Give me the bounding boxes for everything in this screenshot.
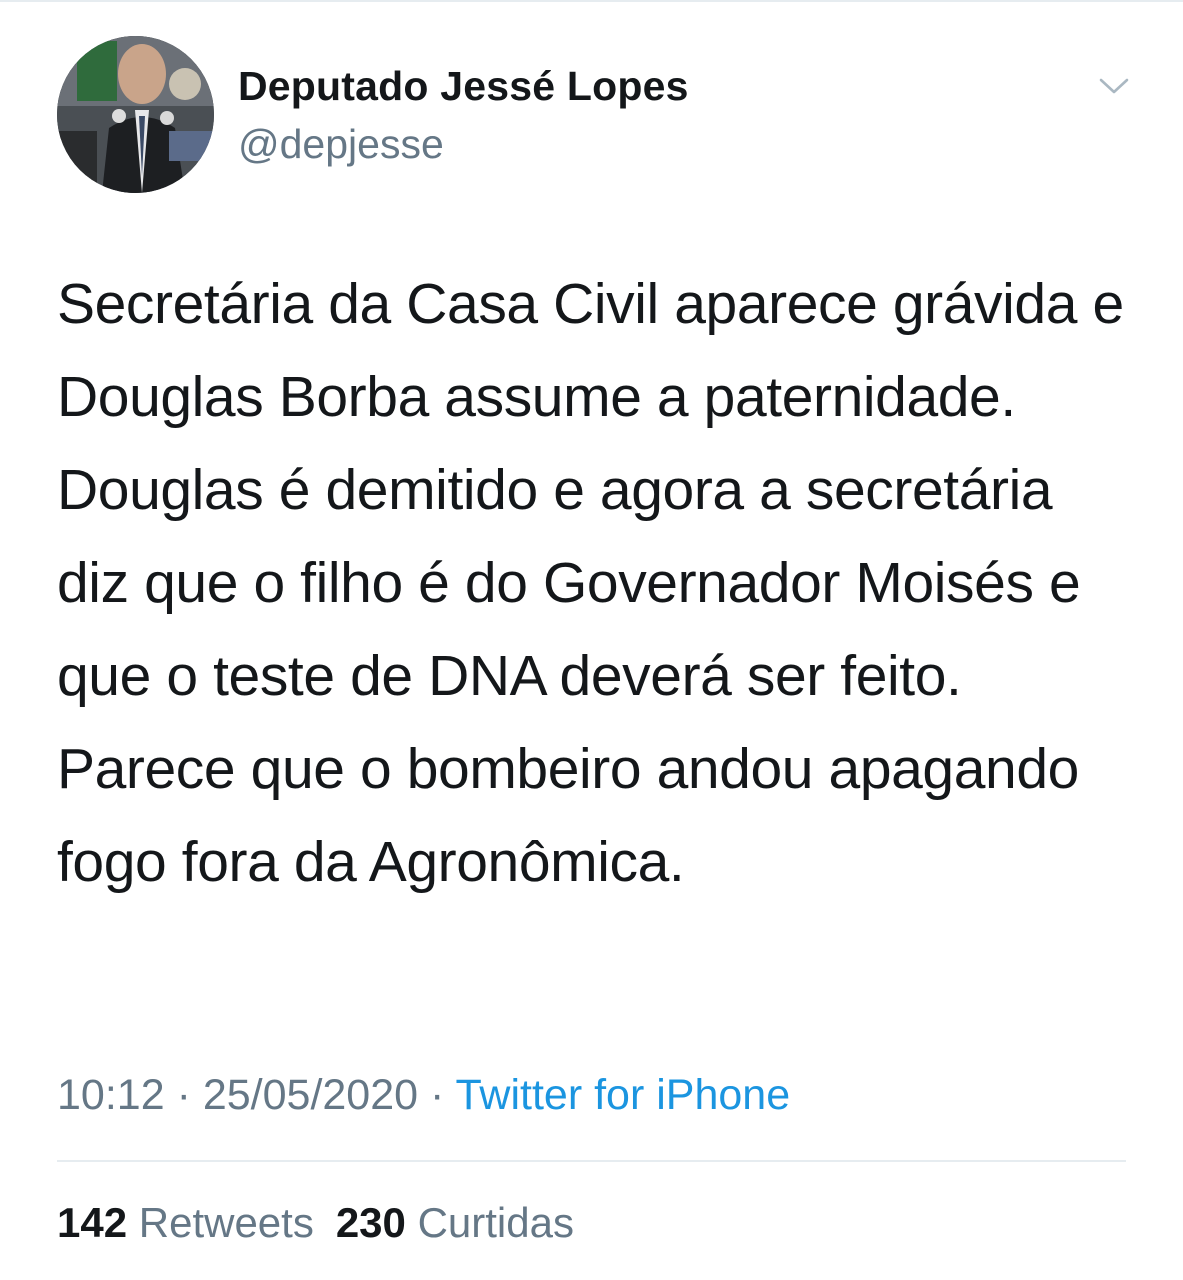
stats-divider (57, 1160, 1126, 1162)
chevron-down-icon (1099, 78, 1129, 94)
tweet-text: Secretária da Casa Civil aparece grávida… (57, 272, 1124, 894)
tweet-date[interactable]: 25/05/2020 (203, 1071, 418, 1119)
likes-count: 230 (335, 1199, 406, 1246)
profile-photo-icon (57, 36, 214, 193)
meta-separator: · (430, 1071, 445, 1119)
tweet-meta: 10:12 · 25/05/2020 · Twitter for iPhone (57, 1068, 790, 1122)
display-name[interactable]: Deputado Jessé Lopes (238, 62, 689, 110)
tweet-source-link[interactable]: Twitter for iPhone (456, 1071, 791, 1119)
retweets-label: Retweets (138, 1199, 314, 1246)
retweets-stat[interactable]: 142 Retweets (57, 1199, 314, 1246)
likes-stat[interactable]: 230 Curtidas (336, 1199, 574, 1246)
user-handle[interactable]: @depjesse (238, 120, 444, 168)
meta-separator: · (176, 1071, 191, 1119)
avatar[interactable] (57, 36, 214, 193)
tweet-time[interactable]: 10:12 (57, 1071, 165, 1119)
retweets-count: 142 (57, 1199, 128, 1246)
likes-label: Curtidas (417, 1199, 574, 1246)
more-options-button[interactable] (1090, 64, 1138, 108)
tweet-stats: 142 Retweets 230 Curtidas (57, 1196, 574, 1250)
top-divider (0, 0, 1183, 2)
